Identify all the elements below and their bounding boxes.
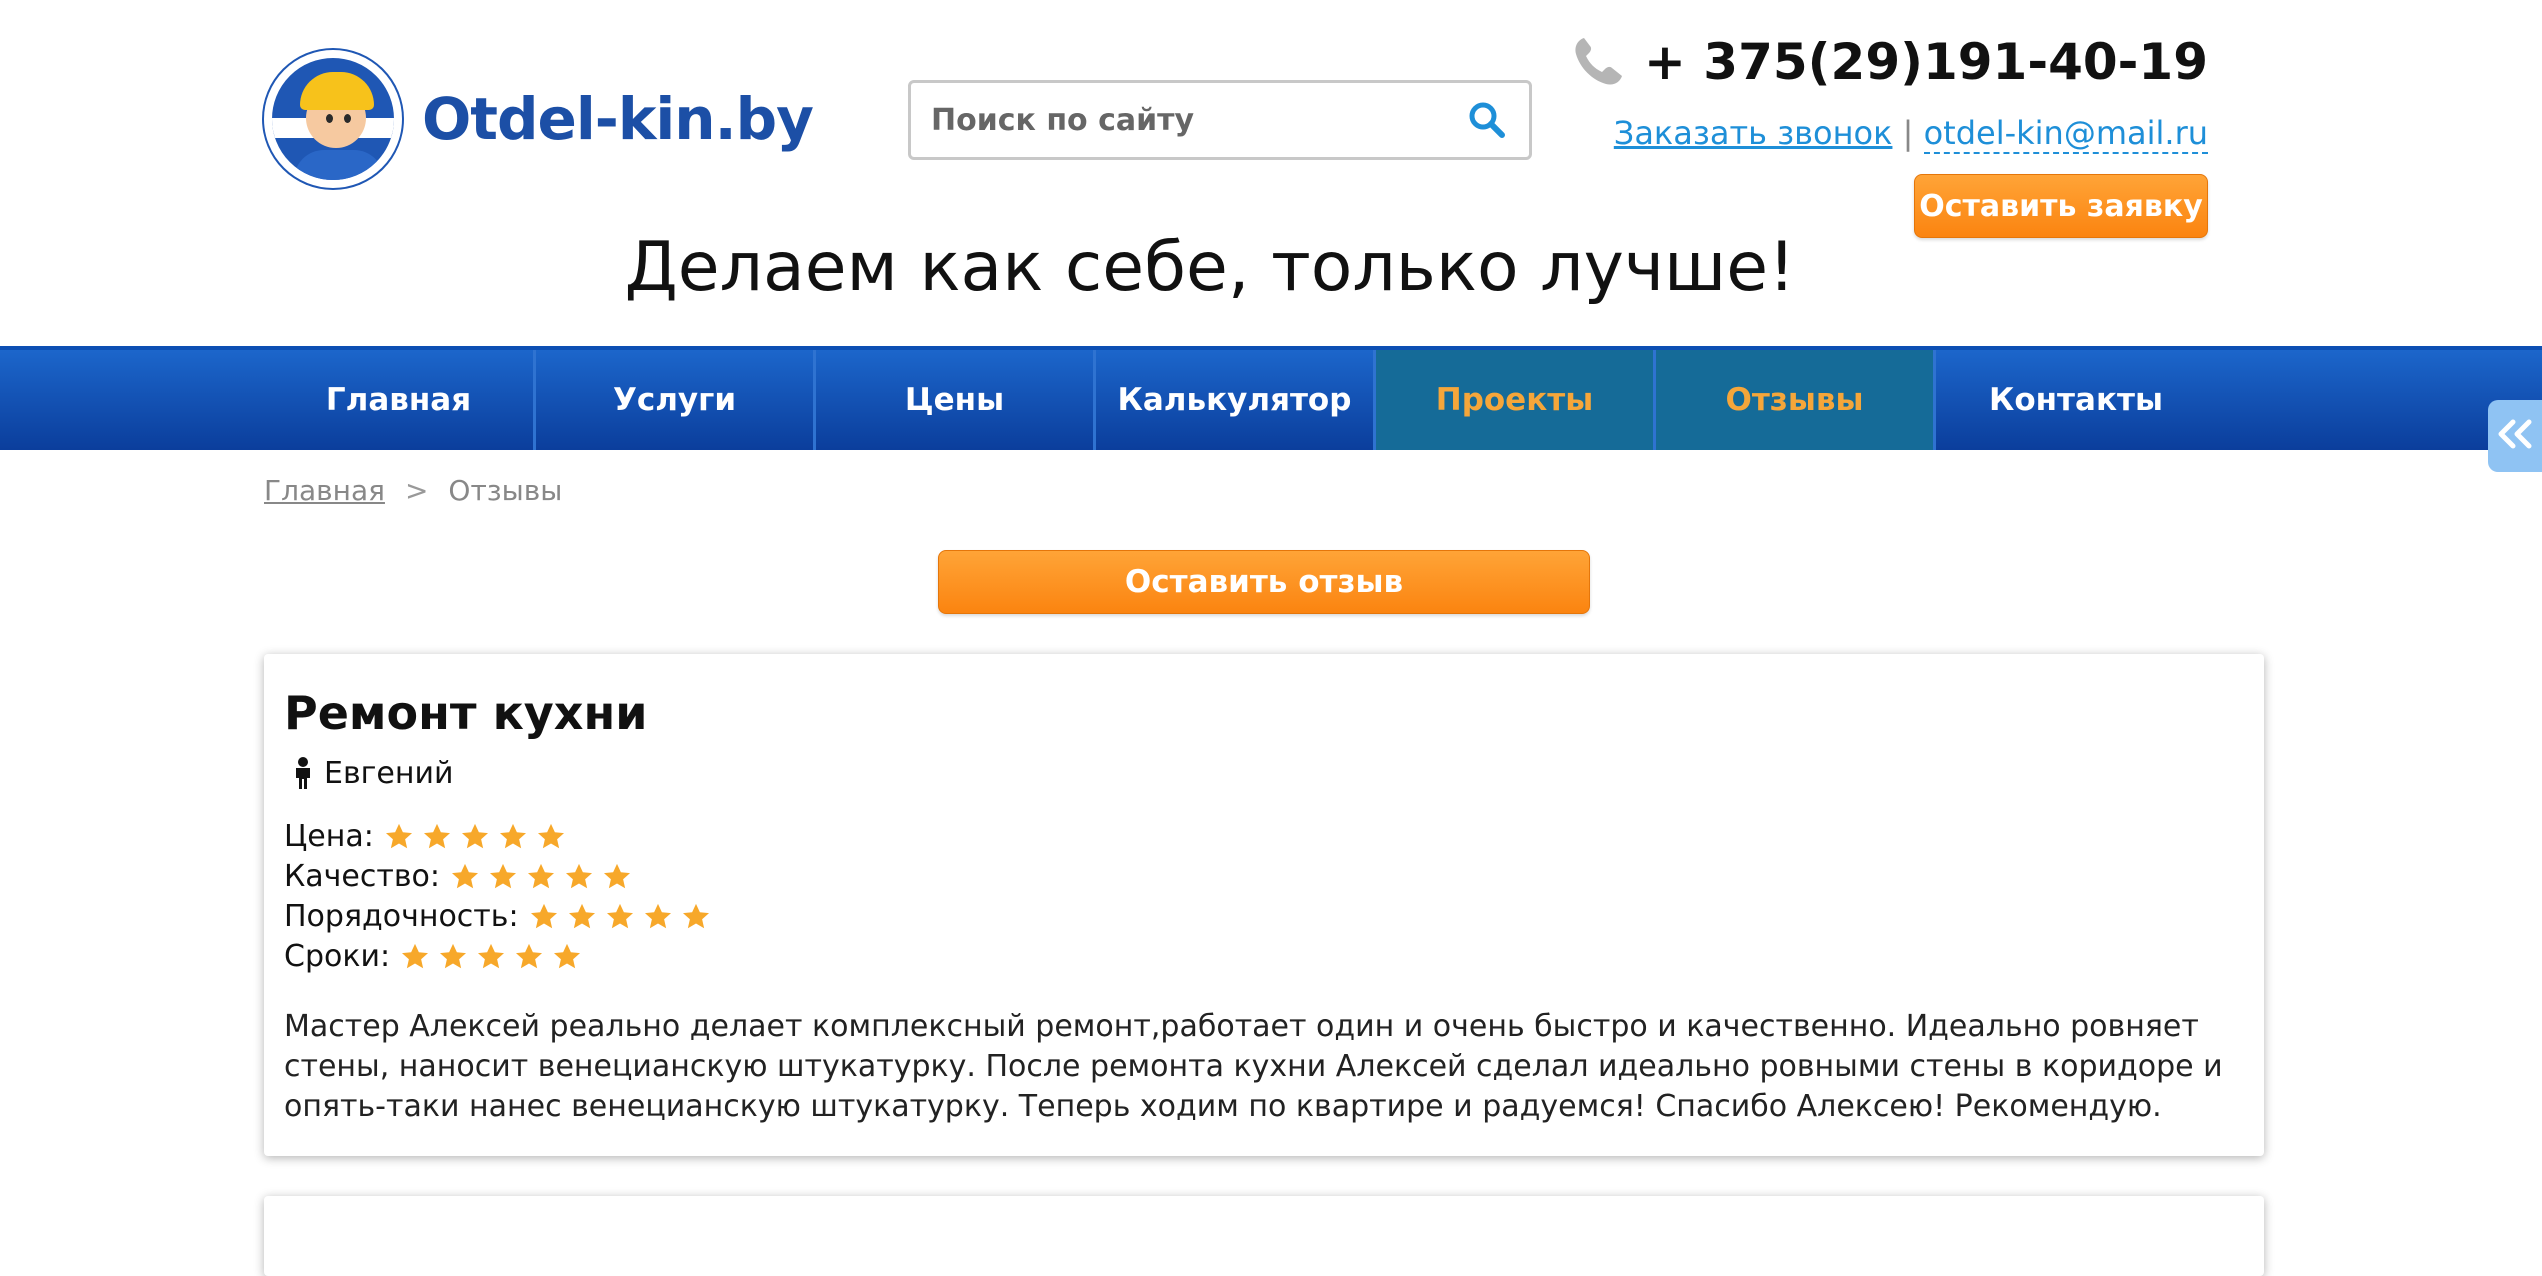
slogan: Делаем как себе, только лучше! — [624, 228, 1796, 307]
site-logo[interactable]: Otdel-kin.by — [264, 50, 814, 188]
star-icon — [434, 940, 472, 974]
rating-label: Качество: — [284, 859, 440, 895]
star-icon — [418, 820, 456, 854]
link-separator: | — [1902, 114, 1914, 152]
callback-link[interactable]: Заказать звонок — [1614, 114, 1893, 152]
leave-review-button[interactable]: Оставить отзыв — [938, 550, 1590, 614]
breadcrumb-home-link[interactable]: Главная — [264, 474, 385, 507]
review-card — [264, 1196, 2264, 1276]
star-icon — [601, 900, 639, 934]
star-icon — [456, 820, 494, 854]
star-icon — [677, 900, 715, 934]
nav-item-projects[interactable]: Проекты — [1376, 350, 1656, 450]
review-text: Мастер Алексей реально делает комплексны… — [284, 1008, 2223, 1124]
nav-item-contacts[interactable]: Контакты — [1936, 350, 2216, 450]
header-contacts: + 375(29)191-40-19 Заказать звонок | otd… — [1570, 26, 2208, 238]
author-name: Евгений — [324, 755, 454, 791]
nav-item-prices[interactable]: Цены — [816, 350, 1096, 450]
star-icon — [525, 900, 563, 934]
contact-links: Заказать звонок | otdel-kin@mail.ru — [1570, 114, 2208, 154]
worker-mascot-icon — [264, 50, 402, 188]
nav-item-services[interactable]: Услуги — [536, 350, 816, 450]
star-icon — [598, 860, 636, 894]
star-icon — [446, 860, 484, 894]
nav-item-home[interactable]: Главная — [264, 350, 536, 450]
phone-icon — [1570, 34, 1626, 90]
site-header: Otdel-kin.by + 375(29)191-40-19 Заказать… — [0, 0, 2542, 346]
email-link[interactable]: otdel-kin@mail.ru — [1923, 114, 2208, 154]
rating-label: Сроки: — [284, 939, 391, 975]
main-nav: Главная Услуги Цены Калькулятор Проекты … — [0, 346, 2542, 450]
rating-stars — [396, 940, 586, 974]
search-box — [908, 80, 1532, 160]
nav-item-calculator[interactable]: Калькулятор — [1096, 350, 1376, 450]
star-icon — [510, 940, 548, 974]
star-icon — [484, 860, 522, 894]
breadcrumb-current: Отзывы — [448, 474, 563, 507]
rating-stars — [380, 820, 570, 854]
star-icon — [380, 820, 418, 854]
phone-row: + 375(29)191-40-19 — [1570, 26, 2208, 98]
breadcrumb-separator: > — [404, 474, 429, 507]
phone-number[interactable]: + 375(29)191-40-19 — [1644, 33, 2208, 91]
person-icon — [292, 757, 314, 790]
nav-item-reviews[interactable]: Отзывы — [1656, 350, 1936, 450]
star-icon — [560, 860, 598, 894]
rating-row: Цена: — [284, 817, 2244, 857]
nav-items: Главная Услуги Цены Калькулятор Проекты … — [264, 350, 2216, 450]
rating-row: Порядочность: — [284, 897, 2244, 937]
star-icon — [472, 940, 510, 974]
review-card: Ремонт кухни Евгений Цена: Качество: Пор… — [264, 654, 2264, 1156]
ratings: Цена: Качество: Порядочность: Сроки: — [284, 817, 2244, 977]
star-icon — [396, 940, 434, 974]
rating-stars — [446, 860, 636, 894]
logo-text: Otdel-kin.by — [422, 85, 814, 153]
rating-stars — [525, 900, 715, 934]
review-author: Евгений — [284, 756, 2244, 791]
star-icon — [563, 900, 601, 934]
star-icon — [548, 940, 586, 974]
search-icon[interactable] — [1445, 83, 1529, 157]
star-icon — [494, 820, 532, 854]
side-panel-toggle[interactable] — [2488, 400, 2542, 472]
double-chevron-left-icon — [2497, 418, 2533, 454]
star-icon — [522, 860, 560, 894]
rating-row: Качество: — [284, 857, 2244, 897]
star-icon — [639, 900, 677, 934]
search-input[interactable] — [911, 83, 1445, 157]
rating-row: Сроки: — [284, 937, 2244, 977]
star-icon — [532, 820, 570, 854]
breadcrumb: Главная > Отзывы — [264, 474, 562, 507]
review-title: Ремонт кухни — [284, 686, 648, 740]
rating-label: Порядочность: — [284, 899, 519, 935]
rating-label: Цена: — [284, 819, 374, 855]
